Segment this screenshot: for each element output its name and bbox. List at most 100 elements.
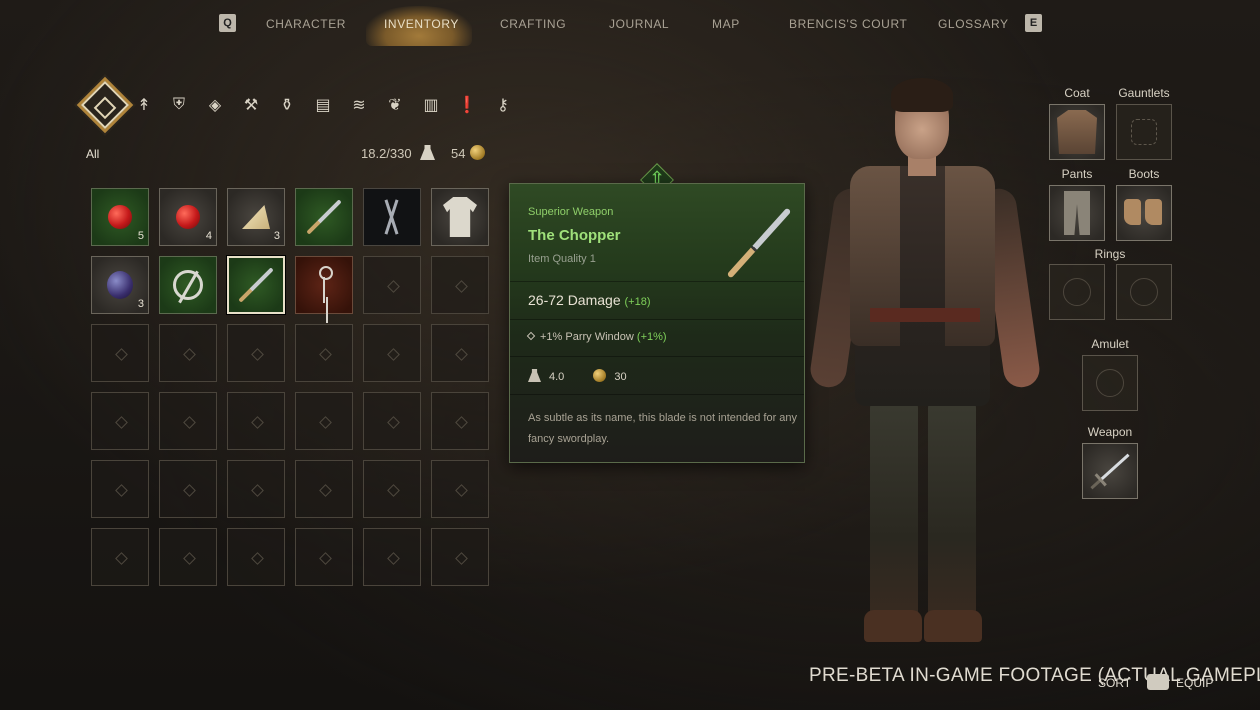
tab-map[interactable]: MAP: [712, 17, 740, 31]
item-modifier: +1% Parry Window (+1%): [526, 331, 667, 343]
helmet-icon[interactable]: ◈: [202, 92, 228, 118]
inventory-slot-empty[interactable]: [91, 324, 149, 382]
ring-slot-2[interactable]: [1116, 264, 1172, 320]
herb-icon[interactable]: ❦: [382, 92, 408, 118]
inventory-slot-empty[interactable]: [295, 324, 353, 382]
linen-shirt-icon: [432, 189, 488, 245]
quest-icon[interactable]: ❗: [454, 92, 480, 118]
ring-placeholder-icon: [1130, 278, 1158, 306]
book-icon[interactable]: ▤: [310, 92, 336, 118]
tab-crafting[interactable]: CRAFTING: [500, 17, 566, 31]
diamond-icon: [526, 331, 536, 341]
inventory-slot-empty[interactable]: [363, 324, 421, 382]
inventory-slot-empty[interactable]: [295, 528, 353, 586]
item-damage: 26-72 Damage (+18): [528, 292, 651, 308]
sort-hint[interactable]: SORT: [1098, 676, 1131, 690]
item-quality: Item Quality 1: [528, 253, 596, 265]
inventory-slot-empty[interactable]: [431, 528, 489, 586]
all-icon: [80, 80, 130, 130]
coin-icon: [470, 145, 485, 160]
prev-tab-key[interactable]: Q: [219, 14, 236, 32]
tab-journal[interactable]: JOURNAL: [609, 17, 669, 31]
inventory-slot-cheese[interactable]: 3: [227, 188, 285, 246]
inventory-slot-the-chopper[interactable]: [227, 256, 285, 314]
inventory-slot-ring[interactable]: [159, 256, 217, 314]
inventory-slot-nails[interactable]: [363, 188, 421, 246]
coat-slot[interactable]: [1049, 104, 1105, 160]
item-description: As subtle as its name, this blade is not…: [528, 412, 798, 445]
inventory-slot-apple[interactable]: 5: [91, 188, 149, 246]
item-stack-count: 5: [137, 230, 144, 242]
the-chopper-icon: [229, 258, 283, 312]
inventory-slot-empty[interactable]: [91, 460, 149, 518]
potion-icon[interactable]: ⚱: [274, 92, 300, 118]
crossed-tools-icon[interactable]: ⚒: [238, 92, 264, 118]
inventory-slot-empty[interactable]: [159, 460, 217, 518]
amulet-label: Amulet: [1091, 337, 1129, 351]
inventory-slot-empty[interactable]: [363, 460, 421, 518]
tab-brencis-court[interactable]: BRENCIS'S COURT: [789, 17, 907, 31]
inventory-slot-plum[interactable]: 3: [91, 256, 149, 314]
item-tooltip: Superior Weapon The Chopper Item Quality…: [509, 183, 805, 463]
inventory-slot-empty[interactable]: [295, 392, 353, 450]
boots-label: Boots: [1128, 167, 1160, 181]
inventory-slot-empty[interactable]: [159, 392, 217, 450]
character-model[interactable]: [800, 70, 1050, 650]
category-all-button[interactable]: [80, 80, 130, 130]
inventory-slot-empty[interactable]: [431, 392, 489, 450]
pants-icon: [1064, 191, 1090, 235]
inventory-slot-linen-shirt[interactable]: [431, 188, 489, 246]
inventory-slot-empty[interactable]: [91, 528, 149, 586]
inventory-slot-empty[interactable]: [227, 528, 285, 586]
inventory-slot-empty[interactable]: [363, 392, 421, 450]
inventory-slot-empty[interactable]: [431, 460, 489, 518]
tab-inventory[interactable]: INVENTORY: [384, 17, 459, 31]
item-weight: 4.0: [549, 371, 565, 383]
inventory-slot-empty[interactable]: [295, 460, 353, 518]
key-icon: [296, 257, 352, 313]
item-stats: 4.0 30: [528, 369, 627, 383]
inventory-slot-empty[interactable]: [159, 528, 217, 586]
carry-weight: 18.2/330: [361, 146, 412, 161]
inventory-slot-empty[interactable]: [91, 392, 149, 450]
sword-icon: [1090, 453, 1130, 489]
inventory-slot-empty[interactable]: [227, 392, 285, 450]
chopper-blade-icon: [706, 202, 796, 282]
amulet-slot[interactable]: [1082, 355, 1138, 411]
inventory-slot-empty[interactable]: [159, 324, 217, 382]
inventory-slot-empty[interactable]: [363, 528, 421, 586]
ring-slot-1[interactable]: [1049, 264, 1105, 320]
weapon-label: Weapon: [1087, 425, 1133, 439]
weapon-slot[interactable]: [1082, 443, 1138, 499]
inventory-slot-dagger[interactable]: [295, 188, 353, 246]
divider: [510, 394, 804, 395]
equip-hint[interactable]: EQUIP: [1176, 676, 1213, 690]
item-price: 30: [614, 371, 627, 383]
inventory-slot-empty[interactable]: [431, 324, 489, 382]
inventory-slot-apple[interactable]: 4: [159, 188, 217, 246]
inventory-slot-empty[interactable]: [363, 256, 421, 314]
modifier-value: +1%: [540, 331, 563, 343]
tab-character[interactable]: CHARACTER: [266, 17, 346, 31]
arrows-icon[interactable]: ↟: [131, 92, 157, 118]
scroll-icon[interactable]: ≋: [346, 92, 372, 118]
inventory-slot-key[interactable]: [295, 256, 353, 314]
inventory-slot-empty[interactable]: [431, 256, 489, 314]
damage-bonus: (+18): [624, 296, 651, 308]
pants-slot[interactable]: [1049, 185, 1105, 241]
pants-label: Pants: [1061, 167, 1093, 181]
coat-label: Coat: [1064, 86, 1090, 100]
key-icon[interactable]: ⚷: [490, 92, 516, 118]
divider: [510, 356, 804, 357]
top-navigation: Q CHARACTER INVENTORY CRAFTING JOURNAL M…: [0, 0, 1260, 48]
armor-icon[interactable]: ⛨: [166, 92, 192, 118]
next-tab-key[interactable]: E: [1025, 14, 1042, 32]
inventory-slot-empty[interactable]: [227, 324, 285, 382]
inventory-slot-empty[interactable]: [227, 460, 285, 518]
boots-icon: [1124, 199, 1164, 227]
gauntlets-label: Gauntlets: [1118, 86, 1170, 100]
gauntlets-slot[interactable]: [1116, 104, 1172, 160]
boots-slot[interactable]: [1116, 185, 1172, 241]
barrel-icon[interactable]: ▥: [418, 92, 444, 118]
tab-glossary[interactable]: GLOSSARY: [938, 17, 1009, 31]
